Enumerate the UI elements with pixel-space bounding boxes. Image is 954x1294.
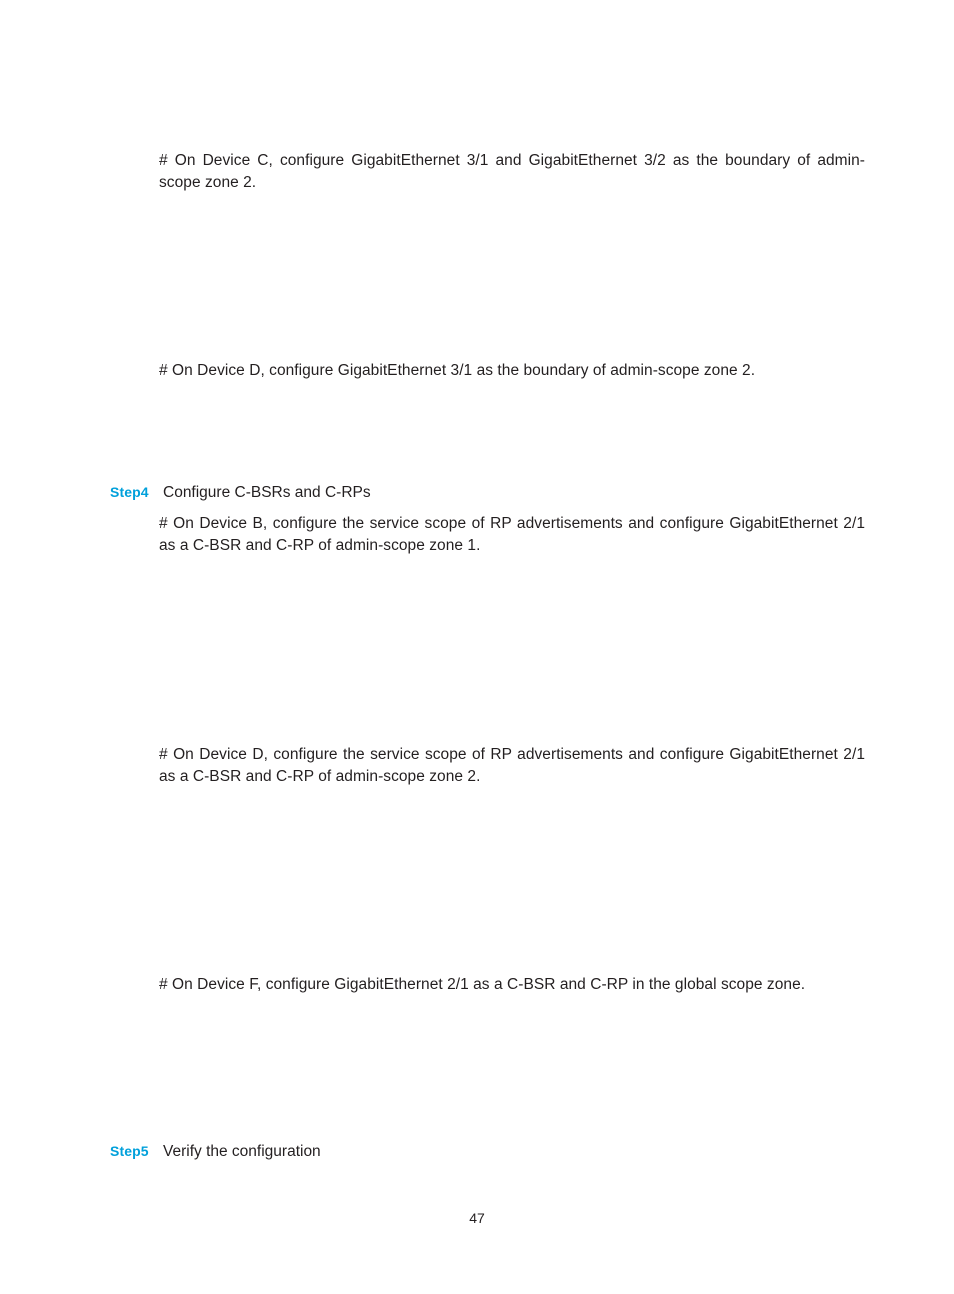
omitted-cli-block-4 <box>159 794 865 972</box>
step-heading-step-4: Step4 Configure C-BSRs and C-RPs <box>110 481 870 504</box>
document-page: # On Device C, configure GigabitEthernet… <box>0 0 954 1294</box>
omitted-cli-block-3 <box>159 562 865 742</box>
paragraph-device-b-cbsr-crp: # On Device B, configure the service sco… <box>159 515 865 554</box>
step-text-step-5: Verify the configuration <box>163 1143 321 1160</box>
page-number: 47 <box>469 1210 485 1226</box>
omitted-cli-block-1 <box>159 200 865 350</box>
omitted-cli-block-2 <box>159 388 865 476</box>
paragraph-device-f-cbsr-crp: # On Device F, configure GigabitEthernet… <box>159 976 806 993</box>
step-label-step-5: Step5 <box>110 1143 149 1159</box>
paragraph-device-d-cbsr-crp: # On Device D, configure the service sco… <box>159 746 865 785</box>
paragraph-device-d-boundary: # On Device D, configure GigabitEthernet… <box>159 362 756 379</box>
step-text-step-4: Configure C-BSRs and C-RPs <box>163 484 371 501</box>
paragraph-device-c-boundary: # On Device C, configure GigabitEthernet… <box>159 152 865 191</box>
step-heading-step-5: Step5 Verify the configuration <box>110 1140 870 1163</box>
step-label-step-4: Step4 <box>110 484 149 500</box>
omitted-cli-block-5 <box>159 1002 865 1136</box>
